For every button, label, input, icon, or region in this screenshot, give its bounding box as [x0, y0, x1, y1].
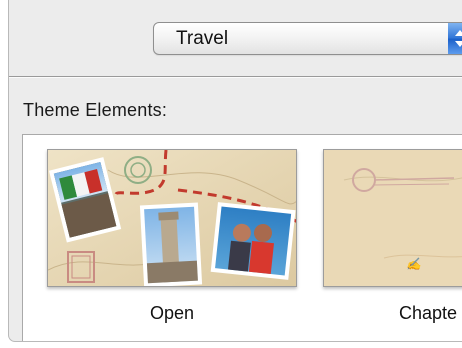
theme-popup-label: Travel	[176, 28, 229, 49]
chapter-theme-thumbnail[interactable]: ✍	[323, 149, 462, 287]
separator-highlight	[9, 77, 462, 78]
script-decoration-text: ✍	[406, 257, 423, 271]
open-caption: Open	[149, 303, 195, 323]
open-theme-thumbnail[interactable]	[47, 149, 297, 287]
open-collage-image	[48, 150, 296, 286]
up-down-arrows-icon[interactable]	[448, 23, 462, 54]
theme-elements-label: Theme Elements:	[23, 100, 168, 120]
chapter-paper-image: ✍	[324, 150, 462, 286]
theme-panel: Travel Theme Elements: Open ✍ Chapte	[8, 0, 462, 342]
theme-elements-well: Open ✍ Chapte	[22, 134, 462, 341]
theme-popup-button[interactable]: Travel	[153, 22, 462, 55]
chapter-caption: Chapte	[399, 303, 458, 323]
